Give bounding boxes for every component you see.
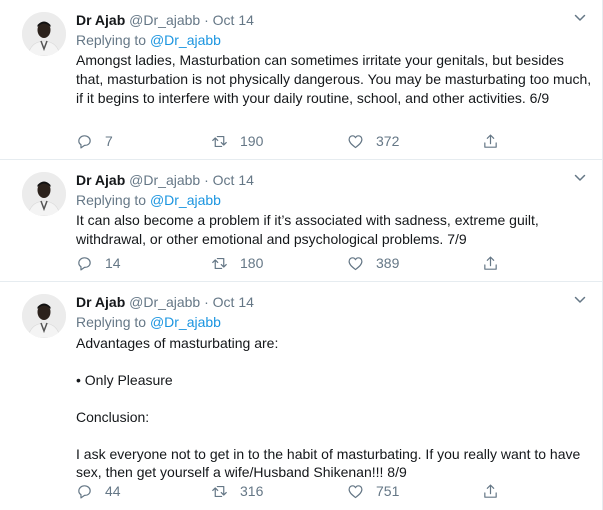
retweet-button[interactable]: 316	[211, 481, 263, 501]
replying-to-label: Replying to	[76, 192, 147, 208]
chevron-down-icon[interactable]	[574, 172, 586, 184]
like-count: 751	[376, 483, 400, 499]
replying-to-mention[interactable]: @Dr_ajabb	[150, 314, 221, 330]
tweet-date[interactable]: Oct 14	[213, 12, 254, 28]
author-name[interactable]: Dr Ajab	[76, 12, 125, 28]
share-icon	[484, 484, 497, 498]
tweet-paragraph: Amongst ladies, Masturbation can sometim…	[76, 52, 592, 106]
tweet[interactable]: Dr Ajab @Dr_ajabb · Oct 14 Replying to @…	[0, 282, 603, 510]
retweet-count: 316	[240, 483, 264, 499]
avatar[interactable]	[22, 172, 66, 216]
reply-count: 44	[105, 483, 121, 499]
reply-count: 14	[105, 255, 121, 271]
separator-dot: ·	[204, 12, 209, 28]
author-name[interactable]: Dr Ajab	[76, 172, 125, 188]
share-icon	[484, 134, 497, 148]
chevron-down-icon[interactable]	[574, 294, 586, 306]
tweet-paragraph: • Only Pleasure	[76, 372, 173, 388]
retweet-button[interactable]: 180	[211, 253, 263, 273]
reply-button[interactable]: 14	[76, 253, 121, 273]
like-count: 372	[376, 133, 400, 149]
tweet-paragraph: Conclusion:	[76, 409, 150, 425]
retweet-icon	[212, 135, 227, 147]
tweet-text: It can also become a problem if it’s ass…	[76, 211, 592, 249]
tweet-paragraph: It can also become a problem if it’s ass…	[76, 212, 539, 247]
retweet-icon	[212, 485, 227, 497]
share-button[interactable]	[482, 131, 499, 151]
author-handle[interactable]: @Dr_ajabb	[129, 12, 200, 28]
replying-to-label: Replying to	[76, 32, 147, 48]
chevron-down-icon[interactable]	[574, 12, 586, 24]
reply-count: 7	[105, 133, 113, 149]
retweet-icon	[212, 257, 227, 269]
share-button[interactable]	[482, 253, 499, 273]
reply-button[interactable]: 7	[76, 131, 113, 151]
like-button[interactable]: 751	[347, 481, 399, 501]
like-button[interactable]: 372	[347, 131, 399, 151]
heart-icon	[348, 484, 363, 498]
like-button[interactable]: 389	[347, 253, 399, 273]
heart-icon	[348, 134, 363, 148]
tweet-paragraph: I ask everyone not to get in to the habi…	[76, 446, 581, 480]
tweet-actions: 44 316 751	[76, 481, 592, 501]
tweet[interactable]: Dr Ajab @Dr_ajabb · Oct 14 Replying to @…	[0, 160, 603, 282]
tweet-date[interactable]: Oct 14	[213, 294, 254, 310]
like-count: 389	[376, 255, 400, 271]
reply-icon	[78, 484, 91, 498]
separator-dot: ·	[204, 294, 209, 310]
separator-dot: ·	[204, 172, 209, 188]
reply-button[interactable]: 44	[76, 481, 121, 501]
avatar[interactable]	[22, 12, 66, 56]
share-button[interactable]	[482, 481, 499, 501]
retweet-count: 190	[240, 133, 264, 149]
reply-icon	[78, 256, 91, 270]
tweet-date[interactable]: Oct 14	[213, 172, 254, 188]
avatar[interactable]	[22, 294, 66, 338]
retweet-button[interactable]: 190	[211, 131, 263, 151]
tweet[interactable]: Dr Ajab @Dr_ajabb · Oct 14 Replying to @…	[0, 0, 603, 160]
share-icon	[484, 256, 497, 270]
tweet-text: Amongst ladies, Masturbation can sometim…	[76, 51, 592, 108]
author-handle[interactable]: @Dr_ajabb	[129, 294, 200, 310]
tweet-actions: 14 180 389	[76, 253, 592, 273]
reply-icon	[78, 134, 91, 148]
author-name[interactable]: Dr Ajab	[76, 294, 125, 310]
retweet-count: 180	[240, 255, 264, 271]
replying-to-label: Replying to	[76, 314, 147, 330]
tweet-text: Advantages of masturbating are: • Only P…	[76, 334, 592, 481]
tweet-actions: 7 190 372	[76, 131, 592, 151]
heart-icon	[348, 256, 363, 270]
author-handle[interactable]: @Dr_ajabb	[129, 172, 200, 188]
replying-to-mention[interactable]: @Dr_ajabb	[150, 192, 221, 208]
tweet-paragraph: Advantages of masturbating are:	[76, 335, 279, 351]
replying-to-mention[interactable]: @Dr_ajabb	[150, 32, 221, 48]
